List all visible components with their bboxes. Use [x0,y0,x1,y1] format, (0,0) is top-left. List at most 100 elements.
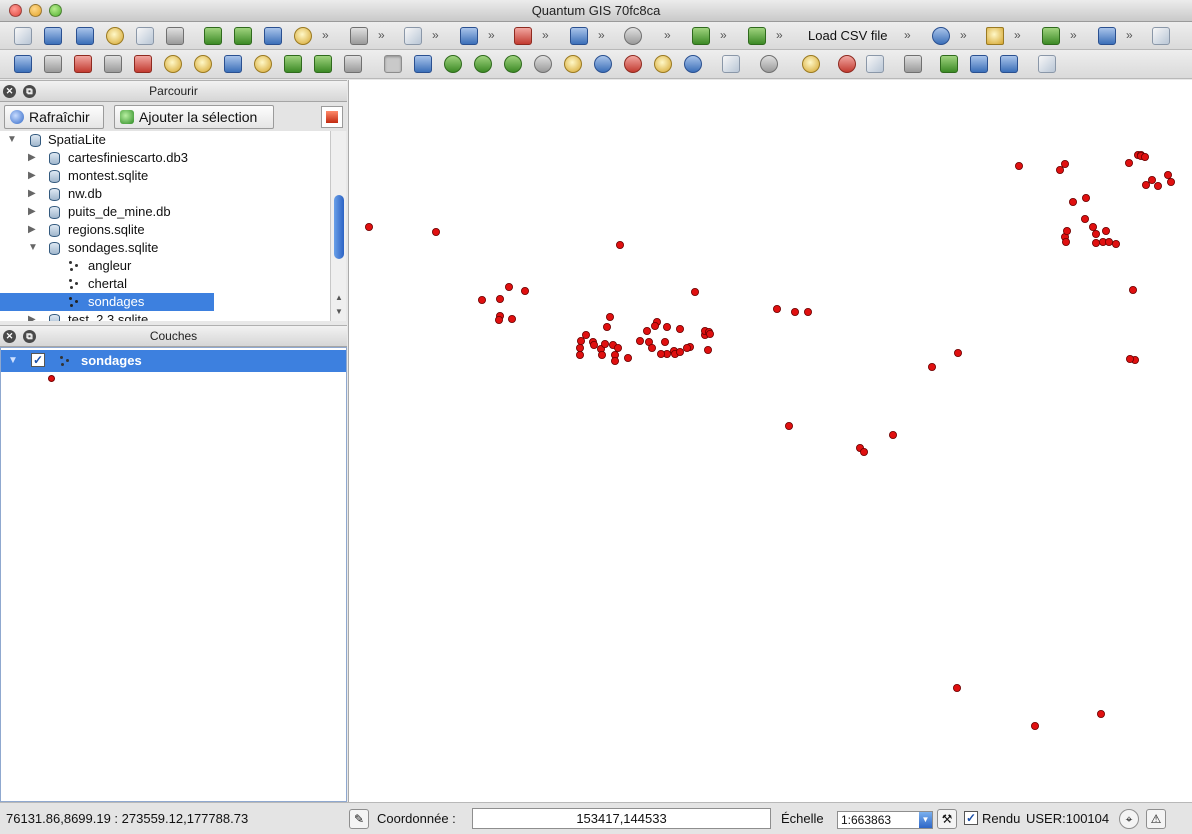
save-edits-icon[interactable] [44,55,62,73]
tree-item[interactable]: ▶ test_2.3.sqlite [0,311,330,321]
toolbar-overflow-icon[interactable]: » [1070,28,1077,42]
tree-item[interactable]: ▶ puits_de_mine.db [0,203,330,221]
new-project-icon[interactable] [14,27,32,45]
paste-features-icon[interactable] [254,55,272,73]
toolbar-overflow-icon[interactable]: » [720,28,727,42]
collapse-tree-button[interactable] [321,106,343,128]
toolbar-overflow-icon[interactable]: » [598,28,605,42]
toolbar-overflow-icon[interactable]: » [542,28,549,42]
toolbar-overflow-icon[interactable]: » [664,28,671,42]
globe-icon[interactable] [624,27,642,45]
float-panel-icon[interactable]: ⧉ [23,85,36,98]
identify-icon[interactable] [404,27,422,45]
add-raster-layer-icon[interactable] [234,27,252,45]
gps-icon[interactable] [570,27,588,45]
collapsed-arrow-icon[interactable]: ▶ [28,185,36,203]
show-bookmarks-icon[interactable] [1000,55,1018,73]
close-window-button[interactable] [9,4,22,17]
simplify-feature-icon[interactable] [284,55,302,73]
load-csv-button[interactable]: Load CSV file [808,28,888,43]
attribute-table-icon[interactable] [866,55,884,73]
print-icon[interactable] [166,27,184,45]
tree-item[interactable]: ▶ cartesfiniescarto.db3 [0,149,330,167]
map-tips-icon[interactable] [722,55,740,73]
toolbar-overflow-icon[interactable]: » [488,28,495,42]
coordinate-toggle-icon[interactable]: ✎ [349,809,369,829]
tree-item-layer-selected[interactable]: sondages [0,293,214,311]
toolbar-overflow-icon[interactable]: » [432,28,439,42]
zoom-to-layer-icon[interactable] [534,55,552,73]
layer-visibility-checkbox[interactable]: ✓ [31,353,45,367]
tree-item[interactable]: ▶ nw.db [0,185,330,203]
measure-line-icon[interactable] [904,55,922,73]
toolbar-overflow-icon[interactable]: » [1126,28,1133,42]
pan-to-selection-icon[interactable] [414,55,432,73]
toggle-editing-icon[interactable] [14,55,32,73]
plugin-box-icon[interactable] [1098,27,1116,45]
plugin-settings-icon[interactable] [1152,27,1170,45]
node-tool-icon[interactable] [134,55,152,73]
grass-tools-icon[interactable] [692,27,710,45]
zoom-full-icon[interactable] [504,55,522,73]
zoom-in-icon[interactable] [444,55,462,73]
add-vector-layer-icon[interactable] [204,27,222,45]
deselect-icon[interactable] [838,55,856,73]
toolbar-overflow-icon[interactable]: » [904,28,911,42]
tree-item[interactable]: ▼ sondages.sqlite [0,239,330,257]
undo-icon[interactable] [350,27,368,45]
float-panel-icon[interactable]: ⧉ [23,330,36,343]
crs-label[interactable]: USER:100104 [1026,811,1109,826]
layer-item-sondages[interactable]: ▼ ✓ sondages [1,350,346,372]
add-feature-icon[interactable] [74,55,92,73]
move-feature-icon[interactable] [104,55,122,73]
dem-icon[interactable] [748,27,766,45]
plugin-download-icon[interactable] [1042,27,1060,45]
collapsed-arrow-icon[interactable]: ▶ [28,221,36,239]
new-bookmark-icon[interactable] [970,55,988,73]
save-as-icon[interactable] [106,27,124,45]
collapsed-arrow-icon[interactable]: ▶ [28,149,36,167]
render-checkbox[interactable]: ✓ [964,811,978,825]
collapsed-arrow-icon[interactable]: ▶ [28,167,36,185]
crs-status-icon[interactable]: ⌖ [1119,809,1139,829]
select-features-icon[interactable] [802,55,820,73]
d2-plugin-icon[interactable] [986,27,1004,45]
open-project-icon[interactable] [44,27,62,45]
text-annotation-icon[interactable] [1038,55,1056,73]
tree-item[interactable]: ▶ regions.sqlite [0,221,330,239]
tree-item[interactable]: ▶ montest.sqlite [0,167,330,185]
zoom-out-icon[interactable] [474,55,492,73]
collapsed-arrow-icon[interactable]: ▶ [28,203,36,221]
add-ring-icon[interactable] [314,55,332,73]
browser-scrollbar[interactable]: ▲ ▼ [330,131,346,321]
expanded-arrow-icon[interactable]: ▼ [8,350,18,372]
statistics-icon[interactable] [514,27,532,45]
zoom-last-icon[interactable] [594,55,612,73]
refresh-button[interactable]: Rafraîchir [4,105,104,129]
toolbar-overflow-icon[interactable]: » [1014,28,1021,42]
scroll-up-icon[interactable]: ▲ [335,293,343,302]
new-print-composer-icon[interactable] [136,27,154,45]
water-drop-icon[interactable] [932,27,950,45]
copy-features-icon[interactable] [224,55,242,73]
refresh-map-icon[interactable] [684,55,702,73]
toolbar-overflow-icon[interactable]: » [378,28,385,42]
help-icon[interactable] [460,27,478,45]
collapsed-arrow-icon[interactable]: ▶ [28,311,36,321]
zoom-next-icon[interactable] [624,55,642,73]
tree-item-spatialite[interactable]: ▼ SpatiaLite [0,131,330,149]
add-selection-button[interactable]: Ajouter la sélection [114,105,274,129]
delete-selected-icon[interactable] [164,55,182,73]
scrollbar-thumb[interactable] [334,195,344,259]
expanded-arrow-icon[interactable]: ▼ [7,131,17,149]
xy-coordinates-icon[interactable] [344,55,362,73]
map-canvas[interactable] [348,80,1192,802]
tree-item-layer[interactable]: chertal [0,275,330,293]
add-spatialite-layer-icon[interactable] [294,27,312,45]
zoom-actual-size-icon[interactable] [654,55,672,73]
scale-select[interactable]: 1:663863 ▼ [837,811,933,829]
zoom-to-selection-icon[interactable] [564,55,582,73]
minimize-window-button[interactable] [29,4,42,17]
warning-icon[interactable]: ⚠ [1146,809,1166,829]
toolbar-overflow-icon[interactable]: » [960,28,967,42]
